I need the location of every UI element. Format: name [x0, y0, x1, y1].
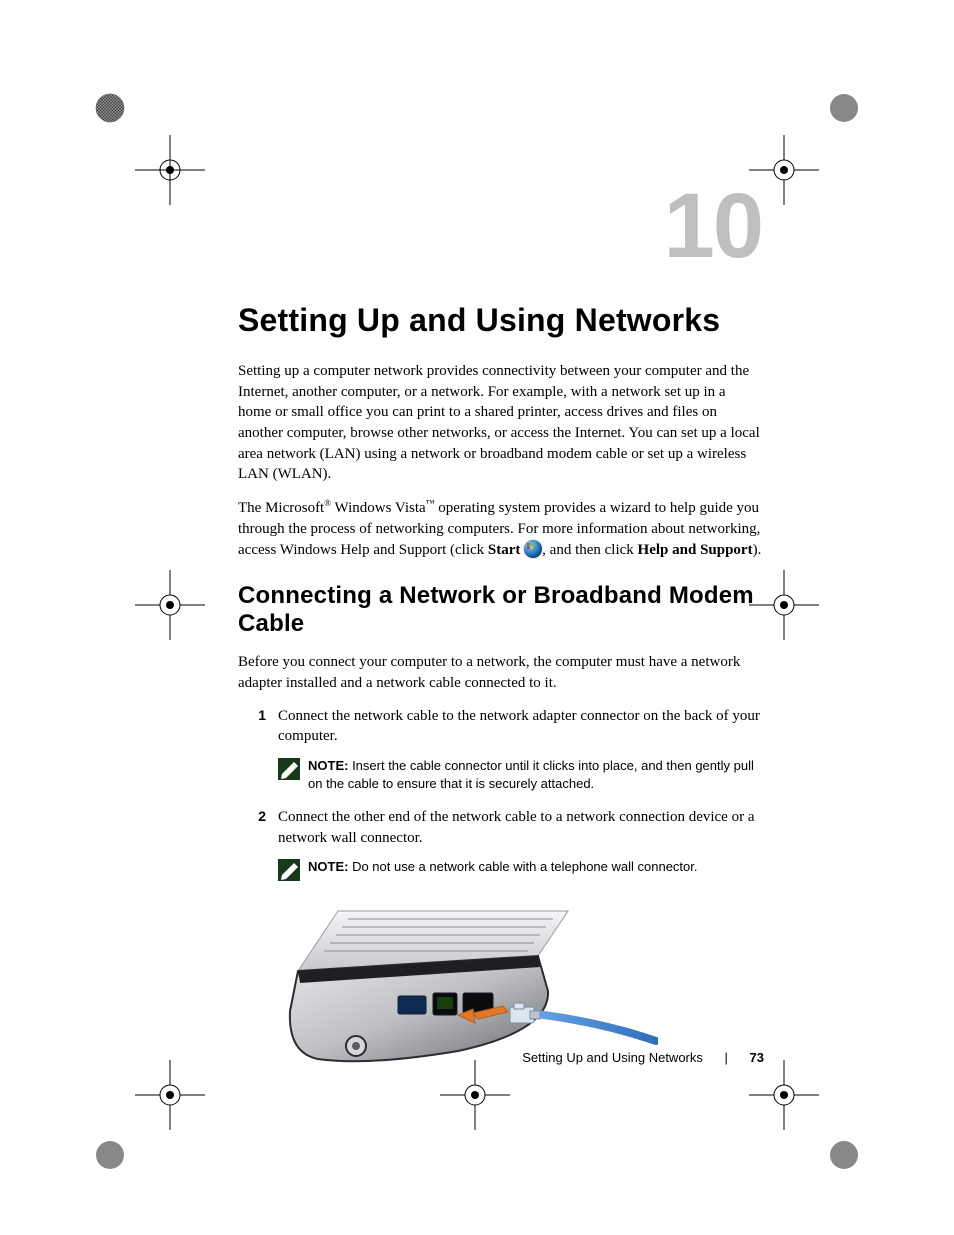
note-label: NOTE: [308, 859, 348, 874]
registration-mark-icon [135, 135, 205, 205]
trademark-symbol: ™ [426, 498, 435, 508]
note-block: NOTE: Do not use a network cable with a … [278, 858, 762, 881]
step-text: Connect the other end of the network cab… [278, 807, 762, 848]
note-body: Do not use a network cable with a teleph… [348, 859, 697, 874]
windows-start-icon [524, 540, 542, 558]
note-icon [278, 758, 300, 780]
step-number: 2 [238, 807, 278, 848]
note-block: NOTE: Insert the cable connector until i… [278, 757, 762, 793]
text: ). [753, 542, 762, 558]
footer-page-number: 73 [750, 1050, 764, 1065]
chapter-title: Setting Up and Using Networks [238, 302, 762, 339]
step-item: 1 Connect the network cable to the netwo… [238, 706, 762, 747]
step-item: 2 Connect the other end of the network c… [238, 807, 762, 848]
section-intro: Before you connect your computer to a ne… [238, 652, 762, 693]
note-text: NOTE: Insert the cable connector until i… [308, 757, 762, 793]
section-heading: Connecting a Network or Broadband Modem … [238, 582, 762, 638]
text: , and then click [542, 542, 637, 558]
step-text: Connect the network cable to the network… [278, 706, 762, 747]
laptop-network-cable-figure [278, 901, 658, 1071]
footer-separator: | [725, 1050, 728, 1065]
help-support-label: Help and Support [638, 542, 753, 558]
note-body: Insert the cable connector until it clic… [308, 758, 754, 791]
page-footer: Setting Up and Using Networks | 73 [522, 1050, 764, 1065]
registration-mark-icon [135, 1060, 205, 1130]
note-label: NOTE: [308, 758, 348, 773]
page-content: 10 Setting Up and Using Networks Setting… [238, 180, 762, 1071]
chapter-number: 10 [238, 180, 762, 272]
start-label: Start [488, 542, 521, 558]
step-number: 1 [238, 706, 278, 747]
intro-paragraph-1: Setting up a computer network provides c… [238, 361, 762, 485]
text: Windows Vista [331, 500, 426, 516]
note-text: NOTE: Do not use a network cable with a … [308, 858, 698, 881]
intro-paragraph-2: The Microsoft® Windows Vista™ operating … [238, 497, 762, 560]
footer-section: Setting Up and Using Networks [522, 1050, 703, 1065]
registration-mark-icon [135, 570, 205, 640]
note-icon [278, 859, 300, 881]
text: The Microsoft [238, 500, 324, 516]
